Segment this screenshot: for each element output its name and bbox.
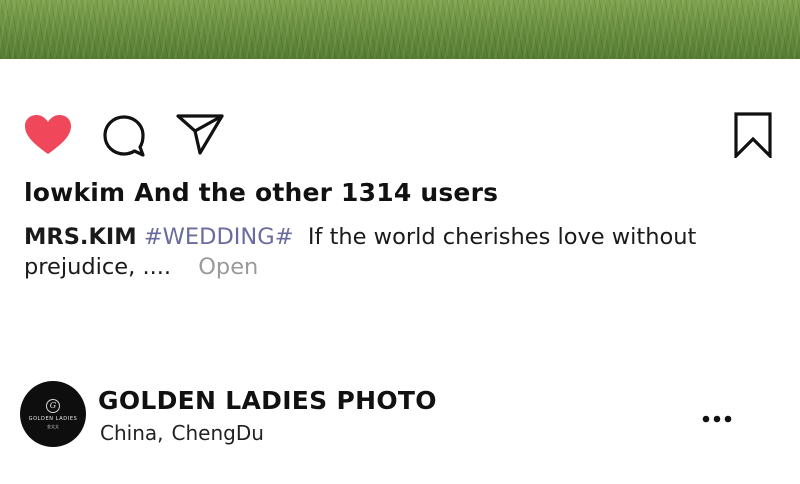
- post-photo[interactable]: [0, 0, 800, 59]
- more-options-button[interactable]: [702, 408, 732, 427]
- avatar[interactable]: G GOLDEN LADIES 金太太: [20, 381, 86, 447]
- caption-text-line1: If the world cherishes love without: [307, 224, 697, 250]
- share-button[interactable]: [176, 112, 224, 156]
- avatar-brand-text: GOLDEN LADIES: [28, 415, 78, 422]
- account-location[interactable]: China, ChengDu: [100, 421, 264, 445]
- caption-author[interactable]: MRS.KIM: [24, 224, 137, 250]
- caption-open-link[interactable]: Open: [198, 254, 258, 280]
- avatar-brand-sub: 金太太: [47, 423, 59, 429]
- avatar-monogram: G: [46, 398, 60, 413]
- location-country: China,: [100, 421, 164, 445]
- comment-icon: [103, 115, 145, 157]
- likes-summary[interactable]: lowkim And the other 1314 users: [24, 178, 498, 207]
- like-button[interactable]: [24, 114, 72, 156]
- paper-plane-icon: [176, 114, 224, 155]
- save-button[interactable]: [734, 112, 772, 158]
- account-name[interactable]: GOLDEN LADIES PHOTO: [98, 386, 437, 415]
- more-dots-icon: [702, 415, 732, 423]
- caption-text-line2: prejudice, ....: [24, 254, 172, 280]
- location-city: ChengDu: [171, 421, 264, 445]
- caption-hashtag[interactable]: #WEDDING#: [144, 224, 294, 250]
- post-action-bar: [0, 108, 800, 162]
- heart-icon: [25, 115, 71, 154]
- account-row: G GOLDEN LADIES 金太太 GOLDEN LADIES PHOTO …: [0, 380, 800, 450]
- post-caption: MRS.KIM #WEDDING# If the world cherishes…: [24, 222, 744, 282]
- comment-button[interactable]: [102, 114, 146, 158]
- bookmark-icon: [734, 112, 772, 158]
